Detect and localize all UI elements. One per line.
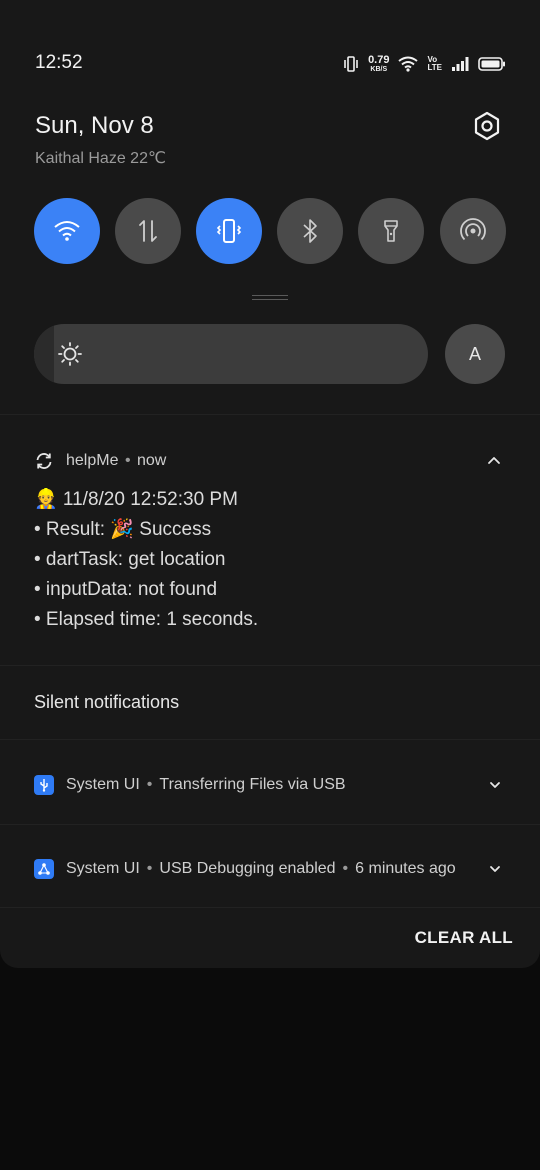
hotspot-icon [460,218,486,241]
notification-app-name: System UI [66,860,140,877]
brightness-fill [34,324,54,384]
divider [0,907,540,908]
wifi-tile[interactable] [34,198,100,264]
notification-app-name: helpMe [66,452,119,469]
notification-line: • Elapsed time: 1 seconds. [34,609,259,630]
notification-shade [0,0,540,968]
notification-time: now [137,452,167,469]
mobile-data-icon [139,220,157,242]
notification-text: Transferring Files via USB [159,776,346,793]
divider [0,824,540,825]
signal-icon [452,57,469,71]
net-speed-unit: KB/S [370,66,388,73]
notification-line: • inputData: not found [34,579,218,600]
mobile-data-tile[interactable] [115,198,181,264]
divider [0,665,540,666]
notification-line: 👷 11/8/20 12:52:30 PM [34,489,238,510]
vibrate-icon [216,219,242,243]
notification-text: USB Debugging enabled [159,860,336,877]
notification-app-name: System UI [66,776,140,793]
usb-icon [34,775,54,795]
quick-settings-tiles [34,198,506,264]
status-icons: 0.79 KB/S Vo LTE [343,52,506,76]
status-time: 12:52 [35,52,83,73]
notification-header[interactable]: helpMe • now [34,450,166,472]
clear-all-button[interactable]: CLEAR ALL [415,928,513,948]
sync-icon [36,453,52,469]
wifi-icon [54,221,80,241]
notification-line: • dartTask: get location [34,549,226,570]
battery-icon [478,57,505,71]
vibrate-tile[interactable] [196,198,262,264]
chevron-down-icon[interactable] [486,776,504,794]
weather-label: Kaithal Haze 22℃ [35,150,166,167]
date-label: Sun, Nov 8 [35,112,154,139]
chevron-down-icon[interactable] [486,860,504,878]
wifi-icon [398,56,419,72]
bluetooth-tile[interactable] [277,198,343,264]
usb-transfer-notification[interactable]: System UI • Transferring Files via USB [34,774,346,796]
net-speed-value: 0.79 [368,54,390,66]
expand-handle[interactable] [252,295,288,301]
divider [0,739,540,740]
usb-debugging-notification[interactable]: System UI • USB Debugging enabled • 6 mi… [34,858,456,880]
sun-icon [58,342,82,366]
notification-separator: • [342,860,349,877]
settings-gear-icon[interactable] [471,110,503,142]
notification-separator: • [146,860,153,877]
volte-bottom: LTE [427,63,442,72]
flashlight-icon [384,220,398,242]
vibrate-icon [344,56,358,72]
notification-body[interactable]: 👷 11/8/20 12:52:30 PM • Result: 🎉 Succes… [34,487,258,637]
bluetooth-icon [303,219,317,243]
flashlight-tile[interactable] [358,198,424,264]
hotspot-tile[interactable] [440,198,506,264]
notification-line: • Result: 🎉 Success [34,519,212,540]
status-bar: 12:52 0.79 KB/S Vo LTE [0,0,540,120]
silent-notifications-title: Silent notifications [34,692,180,712]
brightness-slider[interactable] [34,324,428,384]
divider [0,414,540,415]
auto-brightness-button[interactable]: A [445,324,505,384]
notification-separator: • [146,776,153,793]
debug-icon [34,859,54,879]
net-speed: 0.79 KB/S [368,54,390,74]
notification-separator: • [124,452,131,469]
volte-indicator: Vo LTE [427,56,442,72]
chevron-up-icon[interactable] [485,452,503,470]
notification-time: 6 minutes ago [355,860,456,877]
